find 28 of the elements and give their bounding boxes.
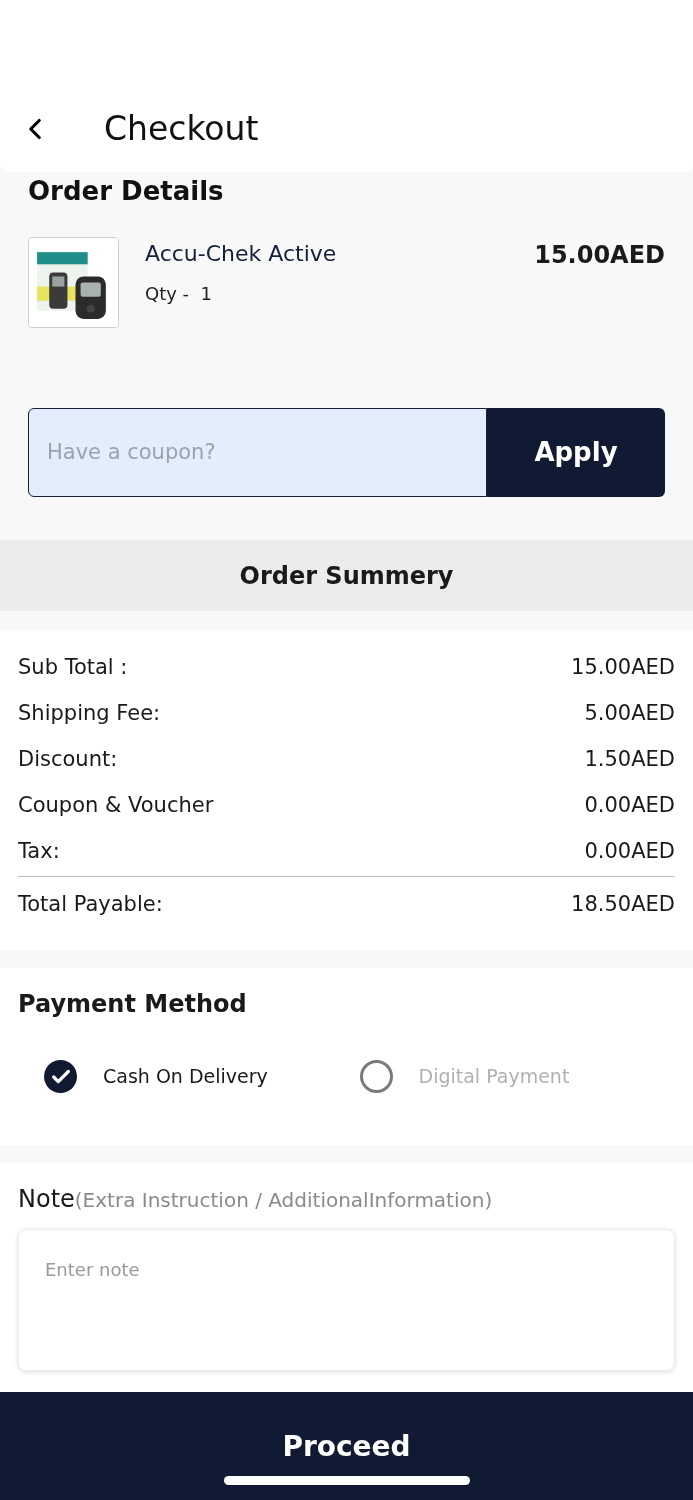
summary-label: Sub Total :	[18, 654, 128, 681]
checked-radio-icon	[44, 1060, 77, 1093]
note-label: Note	[18, 1184, 75, 1215]
summary-label: Discount:	[18, 746, 118, 773]
product-price: 15.00AED	[534, 240, 665, 271]
summary-label: Coupon & Voucher	[18, 792, 214, 819]
summary-label: Shipping Fee:	[18, 700, 161, 727]
coupon-field[interactable]: Have a coupon?	[28, 408, 487, 497]
summary-value: 5.00AED	[584, 700, 675, 727]
total-label: Total Payable:	[18, 891, 163, 918]
note-hint: (Extra Instruction / AdditionalInformation)	[74, 1187, 493, 1214]
total-value: 18.50AED	[571, 891, 675, 918]
page-title: Checkout	[104, 107, 259, 150]
section-heading: Order Details	[28, 175, 225, 208]
payment-option[interactable]: Cash On Delivery	[44, 1060, 360, 1093]
summary-label: Tax:	[18, 838, 60, 865]
note-field[interactable]: Enter note	[18, 1229, 675, 1371]
summary-value: 0.00AED	[584, 792, 675, 819]
summary-value: 0.00AED	[584, 838, 675, 865]
product-quantity: Qty - 1	[145, 282, 213, 306]
product-name: Accu-Chek Active	[145, 240, 338, 268]
summary-value: 1.50AED	[584, 746, 675, 773]
proceed-button[interactable]: Proceed	[0, 1392, 693, 1500]
summary-heading: Order Summery	[239, 560, 454, 592]
apply-button[interactable]: Apply	[487, 408, 665, 497]
payment-heading: Payment Method	[18, 989, 248, 1020]
summary-value: 15.00AED	[571, 654, 675, 681]
radio-icon	[359, 1060, 393, 1093]
